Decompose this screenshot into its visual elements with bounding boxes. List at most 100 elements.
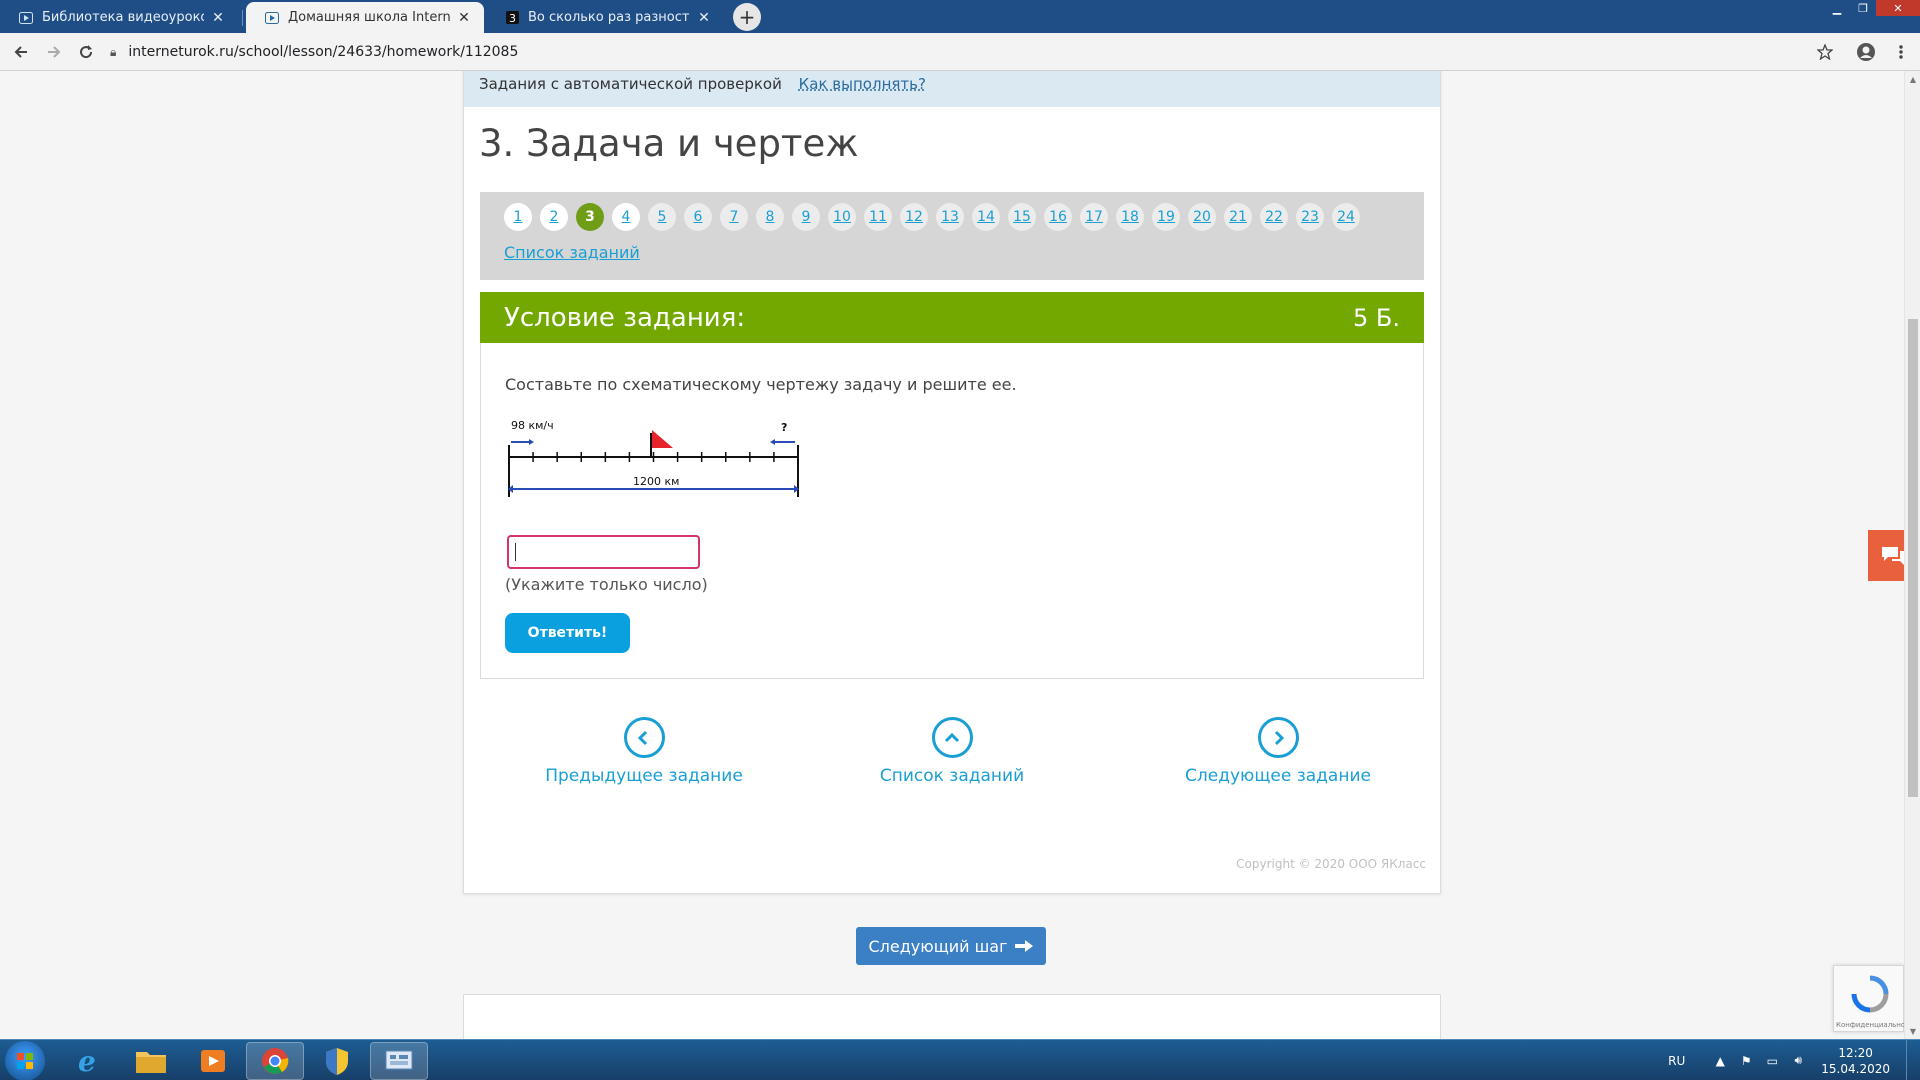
svg-text:3: 3 [509, 12, 516, 24]
task-number-2[interactable]: 2 [540, 203, 568, 231]
condition-header: Условие задания: 5 Б. [480, 292, 1424, 343]
taskbar-media-player[interactable] [184, 1042, 242, 1080]
avatar-icon [1857, 43, 1875, 61]
close-icon[interactable]: ✕ [696, 10, 712, 26]
scroll-up-icon[interactable]: ▲ [1905, 71, 1920, 87]
text-caret [515, 543, 516, 561]
answer-input[interactable] [507, 535, 700, 569]
chat-icon [1882, 546, 1904, 565]
homework-card: Задания с автоматической проверкой Как в… [463, 71, 1441, 894]
close-icon[interactable]: ✕ [210, 10, 226, 26]
submit-answer-button[interactable]: Ответить! [505, 613, 630, 653]
browser-tab-strip: Библиотека видеоуроков по шк ✕ Домашняя … [0, 0, 1920, 33]
language-indicator[interactable]: RU [1668, 1054, 1685, 1068]
task-number-19[interactable]: 19 [1152, 203, 1180, 231]
taskbar-ie[interactable]: e [60, 1042, 118, 1080]
scroll-down-icon[interactable]: ▼ [1905, 1023, 1920, 1039]
menu-button[interactable] [1890, 41, 1912, 63]
clock[interactable]: 12:20 15.04.2020 [1821, 1045, 1890, 1077]
recaptcha-caption: Конфиденциальность [1836, 1021, 1904, 1029]
task-number-1[interactable]: 1 [504, 203, 532, 231]
arrow-right-icon [1014, 940, 1033, 952]
task-number-11[interactable]: 11 [864, 203, 892, 231]
task-number-5[interactable]: 5 [648, 203, 676, 231]
network-icon[interactable]: ▭ [1763, 1054, 1781, 1068]
browser-toolbar: 🔒︎ interneturok.ru/school/lesson/24633/h… [0, 33, 1920, 71]
task-number-6[interactable]: 6 [684, 203, 712, 231]
site-logo-icon: 3 [504, 10, 520, 26]
star-icon [1817, 44, 1833, 60]
tray-expand-icon[interactable]: ▲ [1711, 1054, 1729, 1068]
reload-icon [80, 45, 93, 59]
folder-icon [136, 1052, 166, 1073]
task-list-nav-link[interactable]: Список заданий [852, 717, 1052, 786]
next-card [463, 994, 1441, 1039]
how-to-link[interactable]: Как выполнять? [799, 75, 926, 93]
media-player-icon [201, 1050, 225, 1072]
task-number-3[interactable]: 3 [576, 203, 604, 231]
taskbar-explorer[interactable] [122, 1042, 180, 1080]
answer-hint: (Укажите только число) [505, 575, 708, 594]
scrollbar-thumb[interactable] [1908, 319, 1918, 797]
tab-difference-question[interactable]: 3 Во сколько раз разность чисел ✕ [486, 2, 724, 33]
task-list-link[interactable]: Список заданий [504, 243, 640, 262]
condition-title: Условие задания: [504, 302, 746, 333]
task-number-10[interactable]: 10 [828, 203, 856, 231]
task-number-17[interactable]: 17 [1080, 203, 1108, 231]
chevron-right-icon [1257, 717, 1299, 758]
next-task-link[interactable]: Следующее задание [1178, 717, 1378, 786]
tab-internet-urok[interactable]: Домашняя школа InternetUrok.r ✕ [246, 2, 484, 33]
minimize-button[interactable]: ▁ [1824, 0, 1850, 16]
page-scrollbar[interactable]: ▲ ▼ [1904, 71, 1920, 1039]
start-button[interactable] [5, 1041, 45, 1080]
new-tab-button[interactable]: + [733, 3, 761, 31]
task-number-4[interactable]: 4 [612, 203, 640, 231]
internet-explorer-icon: e [78, 1046, 96, 1076]
task-number-9[interactable]: 9 [792, 203, 820, 231]
next-step-button[interactable]: Следующий шаг [856, 927, 1046, 965]
taskbar-security[interactable] [308, 1042, 366, 1080]
bookmark-star-button[interactable] [1814, 41, 1836, 63]
profile-button[interactable] [1855, 41, 1877, 63]
shield-icon [326, 1048, 348, 1075]
task-number-22[interactable]: 22 [1260, 203, 1288, 231]
close-window-button[interactable]: ✕ [1876, 0, 1920, 16]
task-number-12[interactable]: 12 [900, 203, 928, 231]
task-number-21[interactable]: 21 [1224, 203, 1252, 231]
back-button[interactable] [10, 41, 32, 63]
maximize-button[interactable]: ❐ [1850, 0, 1876, 16]
tab-video-library[interactable]: Библиотека видеоуроков по шк ✕ [0, 2, 238, 33]
task-number-15[interactable]: 15 [1008, 203, 1036, 231]
task-number-13[interactable]: 13 [936, 203, 964, 231]
arrow-right-icon [48, 46, 61, 58]
recaptcha-badge[interactable]: Конфиденциальность [1833, 965, 1904, 1032]
next-step-label: Следующий шаг [868, 936, 1008, 956]
chevron-up-icon [931, 717, 973, 758]
reload-button[interactable] [75, 41, 97, 63]
forward-button[interactable] [43, 41, 65, 63]
chat-button[interactable] [1868, 530, 1904, 581]
action-center-flag-icon[interactable]: ⚑ [1737, 1054, 1755, 1068]
close-icon[interactable]: ✕ [456, 10, 472, 26]
flag-icon [650, 430, 673, 457]
arrow-right-icon [511, 439, 534, 445]
task-number-16[interactable]: 16 [1044, 203, 1072, 231]
task-number-8[interactable]: 8 [756, 203, 784, 231]
task-number-24[interactable]: 24 [1332, 203, 1360, 231]
prev-task-label: Предыдущее задание [545, 766, 743, 786]
task-number-18[interactable]: 18 [1116, 203, 1144, 231]
task-navigation-links: Предыдущее задание Список заданий Следую… [464, 717, 1440, 797]
address-bar[interactable]: 🔒︎ interneturok.ru/school/lesson/24633/h… [110, 38, 1834, 66]
task-number-20[interactable]: 20 [1188, 203, 1216, 231]
points-badge: 5 Б. [1353, 303, 1400, 332]
play-icon [264, 10, 280, 26]
chevron-left-icon [623, 717, 665, 758]
taskbar-chrome[interactable] [246, 1042, 304, 1080]
show-desktop-button[interactable] [1906, 1040, 1920, 1080]
task-number-23[interactable]: 23 [1296, 203, 1324, 231]
prev-task-link[interactable]: Предыдущее задание [544, 717, 744, 786]
volume-icon[interactable]: 🔊︎ [1789, 1053, 1807, 1068]
task-number-14[interactable]: 14 [972, 203, 1000, 231]
task-number-7[interactable]: 7 [720, 203, 748, 231]
taskbar-remote-app[interactable] [370, 1042, 428, 1080]
